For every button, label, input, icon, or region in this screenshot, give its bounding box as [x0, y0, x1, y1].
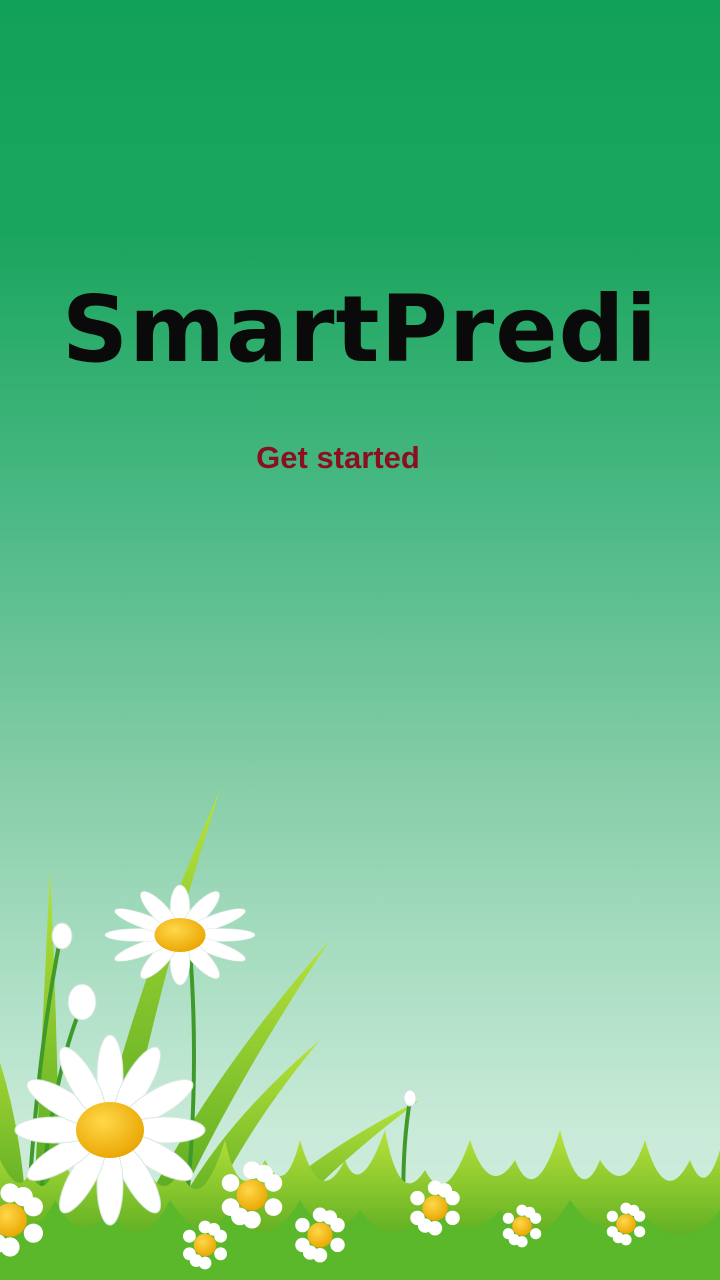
- daisy-flower-icon: [104, 884, 256, 986]
- app-title: SmartPredi: [61, 276, 659, 383]
- get-started-button[interactable]: Get started: [220, 430, 456, 486]
- splash-screen: SmartPredi Get started: [0, 0, 720, 1280]
- meadow-illustration: [0, 790, 720, 1280]
